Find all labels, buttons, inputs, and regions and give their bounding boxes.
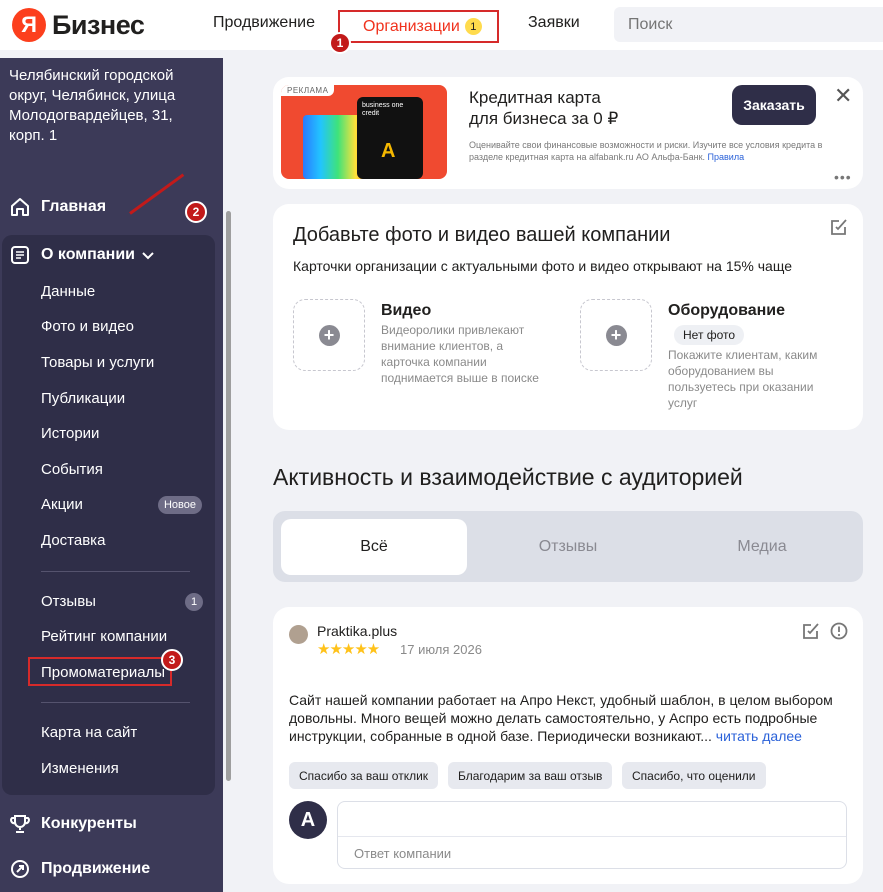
sidebar-item-delivery[interactable]: Доставка: [41, 532, 105, 549]
sidebar-item-stories[interactable]: Истории: [41, 425, 99, 442]
tab-media[interactable]: Медиа: [669, 519, 855, 575]
edit-icon[interactable]: [802, 622, 820, 640]
sidebar-item-label: Конкуренты: [41, 815, 137, 832]
review-text: Сайт нашей компании работает на Апро Нек…: [289, 691, 849, 745]
sidebar-item-label: О компании: [41, 246, 135, 263]
sidebar-item-promo-materials[interactable]: Промоматериалы: [41, 664, 165, 681]
ad-title-line: для бизнеса за 0 ₽: [469, 109, 619, 128]
sidebar-item-competitors[interactable]: Конкуренты: [9, 813, 137, 835]
annotation-callout-1: 1: [329, 32, 351, 54]
logo-text: Бизнес: [52, 9, 145, 40]
alfa-logo-icon: A: [381, 140, 396, 162]
nav-organizations-label: Организации: [363, 17, 460, 35]
search-input[interactable]: [614, 7, 883, 42]
video-description: Видеоролики привлекают внимание клиентов…: [381, 323, 539, 385]
order-button[interactable]: Заказать: [732, 85, 816, 125]
review-author[interactable]: Praktika.plus: [317, 623, 397, 639]
sidebar-item-events[interactable]: События: [41, 461, 103, 478]
nav-requests[interactable]: Заявки: [528, 14, 580, 32]
more-icon[interactable]: •••: [834, 169, 852, 185]
sidebar-item-home[interactable]: Главная: [9, 196, 106, 218]
review-card: Praktika.plus ★★★★★ 17 июля 2026 Сайт на…: [273, 607, 863, 884]
read-more-link[interactable]: читать далее: [716, 728, 802, 744]
promotion-icon: [11, 860, 29, 878]
ad-rules-link[interactable]: Правила: [708, 152, 745, 162]
document-icon: [11, 246, 29, 264]
new-badge: Новое: [158, 496, 202, 514]
ad-title: Кредитная карта для бизнеса за 0 ₽: [469, 87, 618, 129]
trophy-icon: [10, 815, 30, 833]
plus-icon: +: [318, 324, 340, 346]
sidebar-item-label: Главная: [41, 198, 107, 215]
activity-tabs: Всё Отзывы Медиа: [273, 511, 863, 582]
sidebar-item-goods-services[interactable]: Товары и услуги: [41, 354, 154, 371]
video-title: Видео: [381, 302, 432, 319]
rating-stars: ★★★★★: [317, 641, 380, 658]
reviews-count-badge: 1: [185, 593, 203, 611]
ad-legal-text: Оценивайте свои финансовые возможности и…: [469, 139, 829, 163]
company-avatar: А: [289, 801, 327, 839]
quick-reply-chip[interactable]: Спасибо за ваш отклик: [289, 762, 439, 789]
no-photo-badge: Нет фото: [674, 325, 745, 345]
sidebar-item-about[interactable]: О компании: [9, 244, 165, 266]
equipment-title: Оборудование: [668, 302, 786, 319]
sidebar-scrollbar[interactable]: [226, 211, 231, 781]
sidebar-item-changes[interactable]: Изменения: [41, 760, 119, 777]
add-media-card: Добавьте фото и видео вашей компании Кар…: [273, 204, 863, 430]
ad-legal-body: Оценивайте свои финансовые возможности и…: [469, 140, 823, 162]
organizations-badge: 1: [464, 18, 482, 35]
plus-icon: +: [605, 324, 627, 346]
ad-label: РЕКЛАМА: [281, 85, 335, 96]
quick-reply-chip[interactable]: Спасибо, что оценили: [622, 762, 766, 789]
nav-organizations[interactable]: Организации 1: [338, 10, 499, 43]
annotation-callout-3: 3: [161, 649, 183, 671]
tab-reviews[interactable]: Отзывы: [475, 519, 661, 575]
add-equipment-button[interactable]: +: [580, 299, 652, 371]
sidebar-item-promotions[interactable]: Акции: [41, 496, 83, 513]
close-icon[interactable]: ✕: [834, 83, 852, 109]
sidebar-divider: [41, 571, 190, 572]
ad-banner[interactable]: РЕКЛАМА business one credit A Кредитная …: [273, 77, 863, 189]
add-video-button[interactable]: +: [293, 299, 365, 371]
add-media-title: Добавьте фото и видео вашей компании: [293, 224, 671, 246]
ad-title-line: Кредитная карта: [469, 88, 601, 107]
activity-title: Активность и взаимодействие с аудиторией: [273, 464, 743, 490]
sidebar: Челябинский городской округ, Челябинск, …: [0, 58, 223, 892]
company-address: Челябинский городской округ, Челябинск, …: [9, 67, 176, 144]
avatar: [289, 625, 308, 644]
ad-image: РЕКЛАМА business one credit A: [281, 85, 447, 179]
sidebar-item-data[interactable]: Данные: [41, 283, 95, 300]
report-icon[interactable]: [830, 622, 848, 640]
sidebar-divider: [41, 702, 190, 703]
review-date: 17 июля 2026: [400, 642, 482, 657]
sidebar-item-publications[interactable]: Публикации: [41, 390, 125, 407]
add-media-subtitle: Карточки организации с актуальными фото …: [293, 258, 792, 274]
top-bar: Я Бизнес Продвижение Организации 1 Заявк…: [0, 0, 883, 50]
nav-promotion[interactable]: Продвижение: [213, 14, 315, 32]
sidebar-item-rating[interactable]: Рейтинг компании: [41, 628, 167, 645]
reply-placeholder: Ответ компании: [354, 846, 452, 861]
ad-phone-text: business one credit: [362, 102, 404, 117]
yandex-business-logo[interactable]: Я Бизнес: [12, 8, 145, 42]
equipment-description: Покажите клиентам, каким оборудованием в…: [668, 348, 818, 410]
quick-reply-chip[interactable]: Благодарим за ваш отзыв: [448, 762, 613, 789]
chevron-down-icon: [142, 252, 154, 260]
sidebar-item-promotion[interactable]: Продвижение: [9, 858, 150, 880]
sidebar-item-photo-video[interactable]: Фото и видео: [41, 318, 134, 335]
ya-logo-icon: Я: [12, 8, 46, 42]
sidebar-item-reviews[interactable]: Отзывы: [41, 593, 96, 610]
annotation-callout-2: 2: [185, 201, 207, 223]
sidebar-item-site-map[interactable]: Карта на сайт: [41, 724, 137, 741]
ad-card-graphic: business one credit A: [357, 97, 423, 179]
reply-divider: [338, 836, 846, 837]
company-reply-field[interactable]: Ответ компании: [337, 801, 847, 869]
tab-all[interactable]: Всё: [281, 519, 467, 575]
edit-icon[interactable]: [830, 218, 848, 236]
home-icon: [11, 198, 29, 216]
sidebar-item-label: Продвижение: [41, 860, 151, 877]
